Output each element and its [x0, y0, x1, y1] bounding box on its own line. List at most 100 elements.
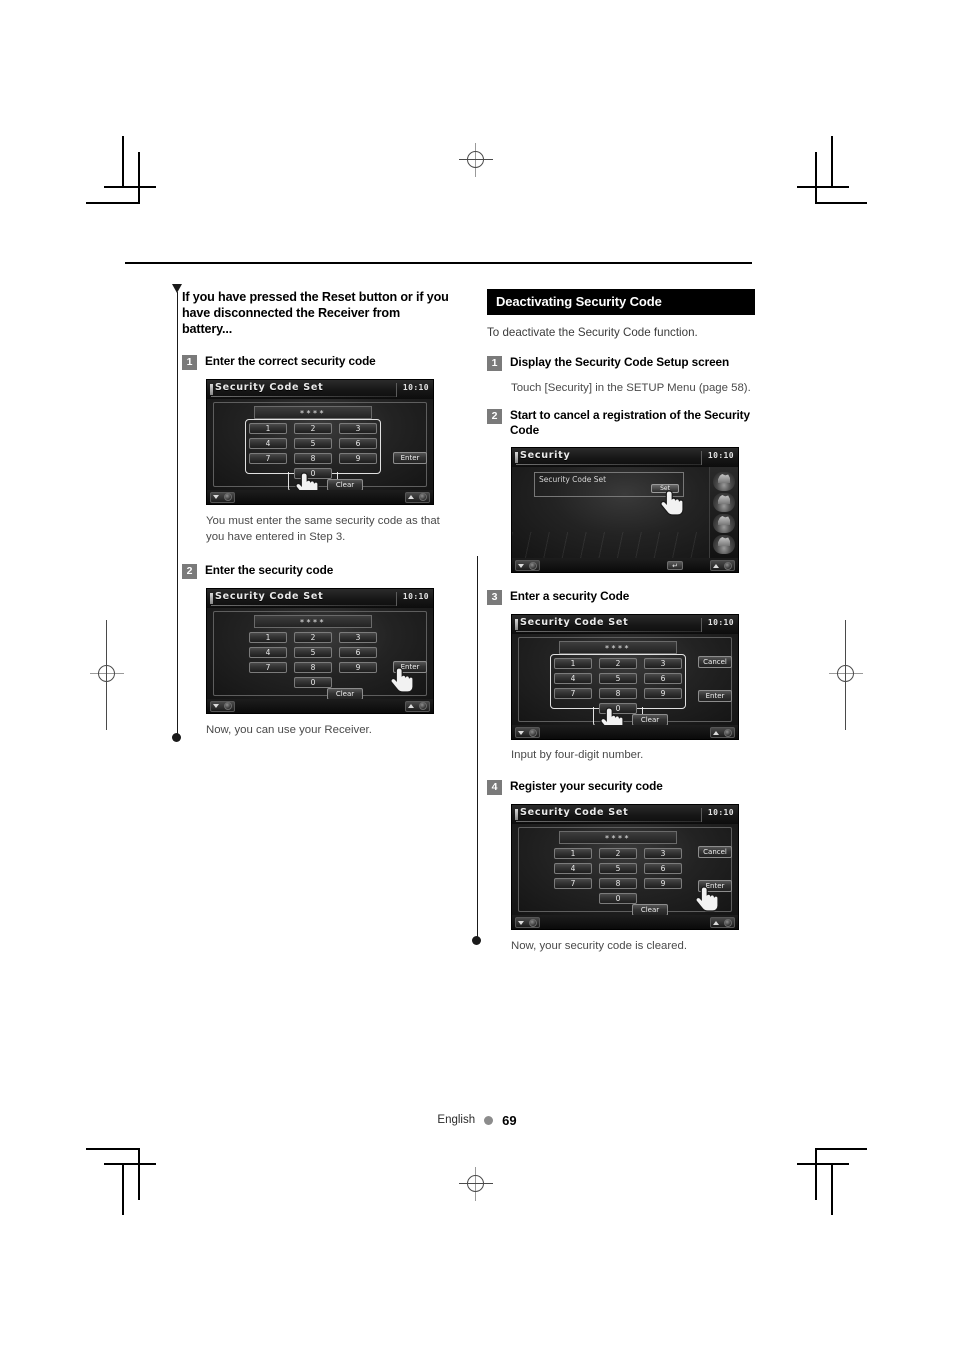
volume-up-control[interactable] [405, 491, 430, 503]
screen-body: **** 1 2 3 4 5 6 7 [207, 607, 433, 700]
key-9[interactable]: 9 [644, 688, 682, 699]
crop-mark-top-right-v2 [831, 136, 833, 188]
key-2[interactable]: 2 [599, 848, 637, 859]
key-8[interactable]: 8 [599, 688, 637, 699]
pointing-hand-cursor [660, 489, 686, 519]
receiver-screen-security-code-set: Security Code Set 10:10 **** 1 2 3 4 5 6… [206, 587, 434, 714]
key-1[interactable]: 1 [249, 422, 287, 434]
key-2[interactable]: 2 [599, 658, 637, 669]
key-8[interactable]: 8 [599, 878, 637, 889]
key-6[interactable]: 6 [644, 673, 682, 684]
keypad-row: 1 2 3 [554, 658, 682, 669]
key-5[interactable]: 5 [599, 863, 637, 874]
usb-source-icon[interactable] [713, 493, 735, 512]
footer-language: English [437, 1114, 476, 1126]
aux-source-icon[interactable] [713, 535, 735, 554]
key-6[interactable]: 6 [644, 863, 682, 874]
key-6[interactable]: 6 [339, 646, 377, 658]
volume-up-control[interactable] [710, 727, 735, 738]
volume-down-control[interactable] [515, 917, 540, 928]
key-8[interactable]: 8 [294, 661, 332, 673]
screen-title: Security Code Set [215, 381, 324, 393]
volume-down-control[interactable] [515, 560, 540, 571]
screen-body: Security Code Set Set [512, 467, 738, 558]
keypad-row: 0 [249, 676, 377, 688]
page-footer: English 69 [0, 1110, 954, 1128]
key-5[interactable]: 5 [294, 646, 332, 658]
key-5[interactable]: 5 [294, 437, 332, 449]
step-note: Now, you can use your Receiver. [206, 723, 372, 736]
key-4[interactable]: 4 [249, 437, 287, 449]
key-7[interactable]: 7 [554, 878, 592, 889]
volume-up-control[interactable] [710, 917, 735, 928]
volume-down-control[interactable] [515, 727, 540, 738]
registration-mark-right-stem [845, 620, 846, 730]
key-1[interactable]: 1 [249, 631, 287, 643]
key-3[interactable]: 3 [644, 848, 682, 859]
screen-bottom-bar: ↵ [512, 558, 738, 572]
knob-icon [723, 561, 732, 570]
volume-down-control[interactable] [210, 491, 235, 503]
page-number: 69 [502, 1112, 517, 1128]
key-6[interactable]: 6 [339, 437, 377, 449]
tuner-source-icon[interactable] [713, 514, 735, 533]
security-code-field[interactable]: **** [254, 614, 372, 628]
key-9[interactable]: 9 [644, 878, 682, 889]
key-5[interactable]: 5 [599, 673, 637, 684]
screen-titlebar: Security Code Set 10:10 [512, 805, 738, 824]
key-2[interactable]: 2 [294, 422, 332, 434]
screenshot-figure: Security Code Set 10:10 **** 1 2 3 4 5 6… [206, 378, 452, 505]
volume-up-control[interactable] [405, 700, 430, 712]
key-1[interactable]: 1 [554, 658, 592, 669]
security-code-field[interactable]: **** [559, 831, 677, 844]
knob-icon [418, 702, 427, 711]
up-arrow-icon [713, 563, 720, 568]
key-3[interactable]: 3 [339, 422, 377, 434]
return-arrow-icon[interactable]: ↵ [667, 561, 683, 570]
key-3[interactable]: 3 [644, 658, 682, 669]
right-procedure-rail [476, 556, 478, 940]
crop-mark-top-right-h [815, 202, 867, 204]
screen-bottom-bar [207, 489, 433, 504]
key-7[interactable]: 7 [249, 661, 287, 673]
keypad-row: 1 2 3 [554, 848, 682, 859]
crop-mark-bottom-right-h2 [797, 1163, 849, 1165]
screen-titlebar: Security Code Set 10:10 [512, 615, 738, 634]
key-9[interactable]: 9 [339, 661, 377, 673]
key-1[interactable]: 1 [554, 848, 592, 859]
volume-down-control[interactable] [210, 700, 235, 712]
titlebar-rule [516, 631, 702, 632]
key-3[interactable]: 3 [339, 631, 377, 643]
enter-button[interactable]: Enter [698, 690, 732, 702]
key-4[interactable]: 4 [554, 863, 592, 874]
enter-button[interactable]: Enter [393, 451, 427, 464]
screenshot-figure: Security Code Set 10:10 **** 1 2 3 4 5 6… [206, 587, 452, 714]
key-7[interactable]: 7 [249, 452, 287, 464]
manual-page: If you have pressed the Reset button or … [0, 0, 954, 1350]
knob-icon [723, 728, 732, 737]
screen-clock: 10:10 [402, 591, 429, 601]
step-substep: Touch [Security] in the SETUP Menu (page… [511, 382, 751, 394]
security-code-field[interactable]: **** [254, 405, 372, 419]
step-note: Input by four-digit number. [511, 749, 644, 761]
key-4[interactable]: 4 [249, 646, 287, 658]
volume-up-control[interactable] [710, 560, 735, 571]
key-2[interactable]: 2 [294, 631, 332, 643]
key-8[interactable]: 8 [294, 452, 332, 464]
disc-source-icon[interactable] [713, 472, 735, 491]
key-0[interactable]: 0 [294, 676, 332, 688]
titlebar-tick-icon [515, 809, 518, 820]
step-number-badge: 2 [182, 563, 197, 579]
cancel-button[interactable]: Cancel [698, 846, 732, 858]
security-code-set-label: Security Code Set [539, 475, 607, 484]
screenshot-figure: Security 10:10 Security Code Set Set ↵ [511, 447, 755, 573]
registration-mark-bottom [459, 1167, 493, 1201]
knob-icon [528, 561, 537, 570]
key-4[interactable]: 4 [554, 673, 592, 684]
key-9[interactable]: 9 [339, 452, 377, 464]
key-7[interactable]: 7 [554, 688, 592, 699]
key-0[interactable]: 0 [599, 893, 637, 904]
step-number-badge: 3 [487, 590, 502, 605]
security-code-field[interactable]: **** [559, 641, 677, 654]
cancel-button[interactable]: Cancel [698, 656, 732, 668]
